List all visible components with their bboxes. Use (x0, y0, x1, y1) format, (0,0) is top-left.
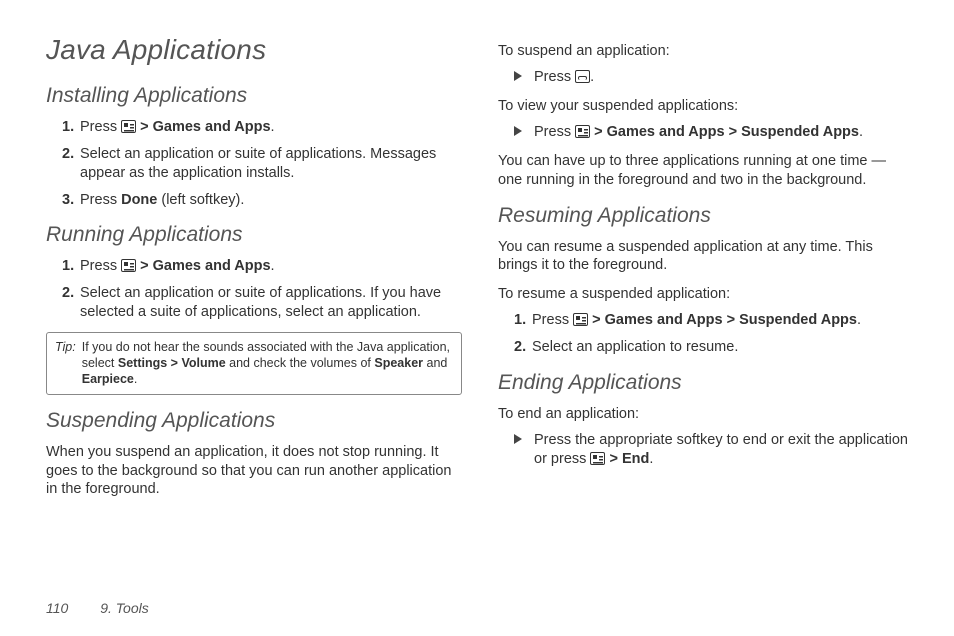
separator-gt: > (588, 312, 605, 328)
separator-gt: > (167, 356, 181, 370)
running-steps: Press > Games and Apps. Select an applic… (46, 257, 462, 322)
view-action: Press > Games and Apps > Suspended Apps. (498, 123, 914, 142)
body-text: You can resume a suspended application a… (498, 238, 914, 276)
triangle-icon (514, 71, 522, 81)
bold-text: Earpiece (82, 372, 134, 386)
text: Press (532, 312, 573, 328)
tip-label: Tip: (55, 339, 76, 388)
list-item: Select an application or suite of applic… (62, 145, 462, 183)
heading-installing: Installing Applications (46, 84, 462, 108)
resume-steps: Press > Games and Apps > Suspended Apps.… (498, 311, 914, 357)
menu-icon (121, 259, 136, 272)
end-key-icon (575, 70, 590, 83)
triangle-icon (514, 126, 522, 136)
bold-text: Suspended Apps (739, 312, 857, 328)
separator-gt: > (723, 312, 740, 328)
text: . (857, 312, 861, 328)
tip-text: If you do not hear the sounds associated… (82, 339, 453, 388)
list-item: Press the appropriate softkey to end or … (514, 431, 914, 469)
list-item: Press > Games and Apps > Suspended Apps. (514, 123, 914, 142)
heading-suspending: Suspending Applications (46, 409, 462, 433)
text: . (649, 451, 653, 467)
text: and check the volumes of (226, 356, 375, 370)
separator-gt: > (725, 124, 742, 140)
list-item: Press . (514, 68, 914, 87)
tip-box: Tip: If you do not hear the sounds assoc… (46, 332, 462, 395)
separator-gt: > (590, 124, 607, 140)
section-name: 9. Tools (100, 600, 149, 616)
left-column: Java Applications Installing Application… (46, 34, 462, 509)
heading-running: Running Applications (46, 223, 462, 247)
bold-text: Games and Apps (607, 124, 725, 140)
page-number: 110 (46, 600, 68, 616)
body-text: You can have up to three applications ru… (498, 152, 914, 190)
list-item: Select an application to resume. (514, 338, 914, 357)
separator-gt: > (140, 119, 153, 135)
bold-text: Suspended Apps (741, 124, 859, 140)
triangle-icon (514, 434, 522, 444)
menu-icon (575, 125, 590, 138)
text: and (423, 356, 447, 370)
text: . (859, 124, 863, 140)
bold-text: Games and Apps (153, 119, 271, 135)
body-text: When you suspend an application, it does… (46, 443, 462, 500)
list-item: Press > Games and Apps. (62, 118, 462, 137)
text: . (271, 119, 275, 135)
bold-text: Settings (118, 356, 167, 370)
lead-text: To resume a suspended application: (498, 285, 914, 303)
bold-text: Speaker (374, 356, 423, 370)
heading-ending: Ending Applications (498, 371, 914, 395)
bold-text: Volume (181, 356, 225, 370)
suspend-action: Press . (498, 68, 914, 87)
page-footer: 110 9. Tools (46, 600, 149, 616)
text: . (134, 372, 137, 386)
end-action: Press the appropriate softkey to end or … (498, 431, 914, 469)
installing-steps: Press > Games and Apps. Select an applic… (46, 118, 462, 209)
text: Press (80, 192, 121, 208)
text: Press (80, 258, 121, 274)
text: Press (534, 69, 575, 85)
bold-text: Done (121, 192, 157, 208)
menu-icon (121, 120, 136, 133)
lead-text: To view your suspended applications: (498, 97, 914, 115)
bold-text: End (622, 451, 649, 467)
list-item: Press Done (left softkey). (62, 191, 462, 210)
text: Press (80, 119, 121, 135)
lead-text: To suspend an application: (498, 42, 914, 60)
text: . (590, 69, 594, 85)
bold-text: Games and Apps (153, 258, 271, 274)
content-columns: Java Applications Installing Application… (46, 34, 914, 509)
text: (left softkey). (157, 192, 244, 208)
text: Press (534, 124, 575, 140)
list-item: Select an application or suite of applic… (62, 284, 462, 322)
list-item: Press > Games and Apps > Suspended Apps. (514, 311, 914, 330)
page-title: Java Applications (46, 34, 462, 66)
bold-text: Games and Apps (605, 312, 723, 328)
menu-icon (573, 313, 588, 326)
text: . (271, 258, 275, 274)
menu-icon (590, 452, 605, 465)
lead-text: To end an application: (498, 405, 914, 423)
heading-resuming: Resuming Applications (498, 204, 914, 228)
separator-gt: > (605, 451, 622, 467)
separator-gt: > (140, 258, 153, 274)
right-column: To suspend an application: Press . To vi… (498, 34, 914, 509)
list-item: Press > Games and Apps. (62, 257, 462, 276)
